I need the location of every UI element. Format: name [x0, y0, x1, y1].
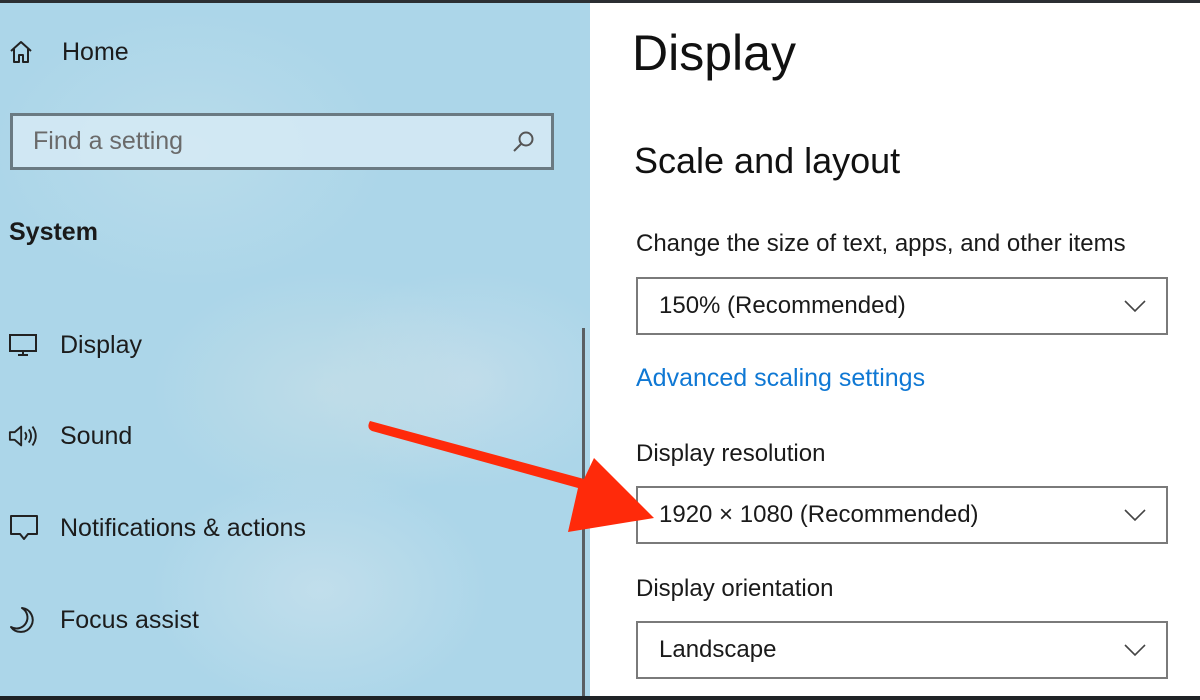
sidebar-item-label: Sound	[60, 421, 133, 450]
speaker-icon	[0, 421, 40, 451]
sidebar-item-focus-assist[interactable]: Focus assist	[0, 600, 199, 640]
section-heading: Scale and layout	[634, 140, 901, 181]
window-bottom-edge	[0, 696, 1200, 700]
notification-icon	[0, 513, 40, 543]
main-content: Display Scale and layout Change the size…	[590, 0, 1200, 700]
chevron-down-icon	[1120, 505, 1150, 525]
search-box[interactable]	[10, 113, 554, 170]
advanced-scaling-link[interactable]: Advanced scaling settings	[636, 364, 925, 393]
sidebar-scrollbar[interactable]	[582, 328, 585, 700]
moon-icon	[0, 605, 40, 635]
orientation-dropdown[interactable]: Landscape	[636, 621, 1168, 679]
home-icon	[0, 37, 40, 67]
sidebar-item-label: Notifications & actions	[60, 513, 306, 542]
sidebar: Home System Display Sound Notifications …	[0, 0, 590, 700]
sidebar-home[interactable]: Home	[0, 32, 129, 72]
sidebar-item-label: Focus assist	[60, 605, 199, 634]
chevron-down-icon	[1120, 640, 1150, 660]
page-title: Display	[632, 25, 796, 81]
scale-dropdown[interactable]: 150% (Recommended)	[636, 277, 1168, 335]
display-resolution-dropdown[interactable]: 1920 × 1080 (Recommended)	[636, 486, 1168, 544]
section-title: System	[9, 218, 98, 246]
resolution-label: Display resolution	[636, 440, 826, 467]
chevron-down-icon	[1120, 296, 1150, 316]
monitor-icon	[0, 330, 40, 360]
scale-value: 150% (Recommended)	[659, 292, 906, 319]
resolution-value: 1920 × 1080 (Recommended)	[659, 501, 979, 528]
window-top-edge	[0, 0, 1200, 3]
scale-label: Change the size of text, apps, and other…	[636, 230, 1126, 257]
orientation-value: Landscape	[659, 636, 777, 663]
search-icon[interactable]	[503, 122, 543, 162]
sidebar-item-notifications[interactable]: Notifications & actions	[0, 508, 306, 548]
sidebar-item-sound[interactable]: Sound	[0, 416, 132, 456]
orientation-label: Display orientation	[636, 575, 834, 602]
search-input[interactable]	[13, 126, 503, 157]
home-label: Home	[62, 37, 129, 66]
sidebar-item-label: Display	[60, 330, 142, 359]
sidebar-item-display[interactable]: Display	[0, 325, 142, 365]
